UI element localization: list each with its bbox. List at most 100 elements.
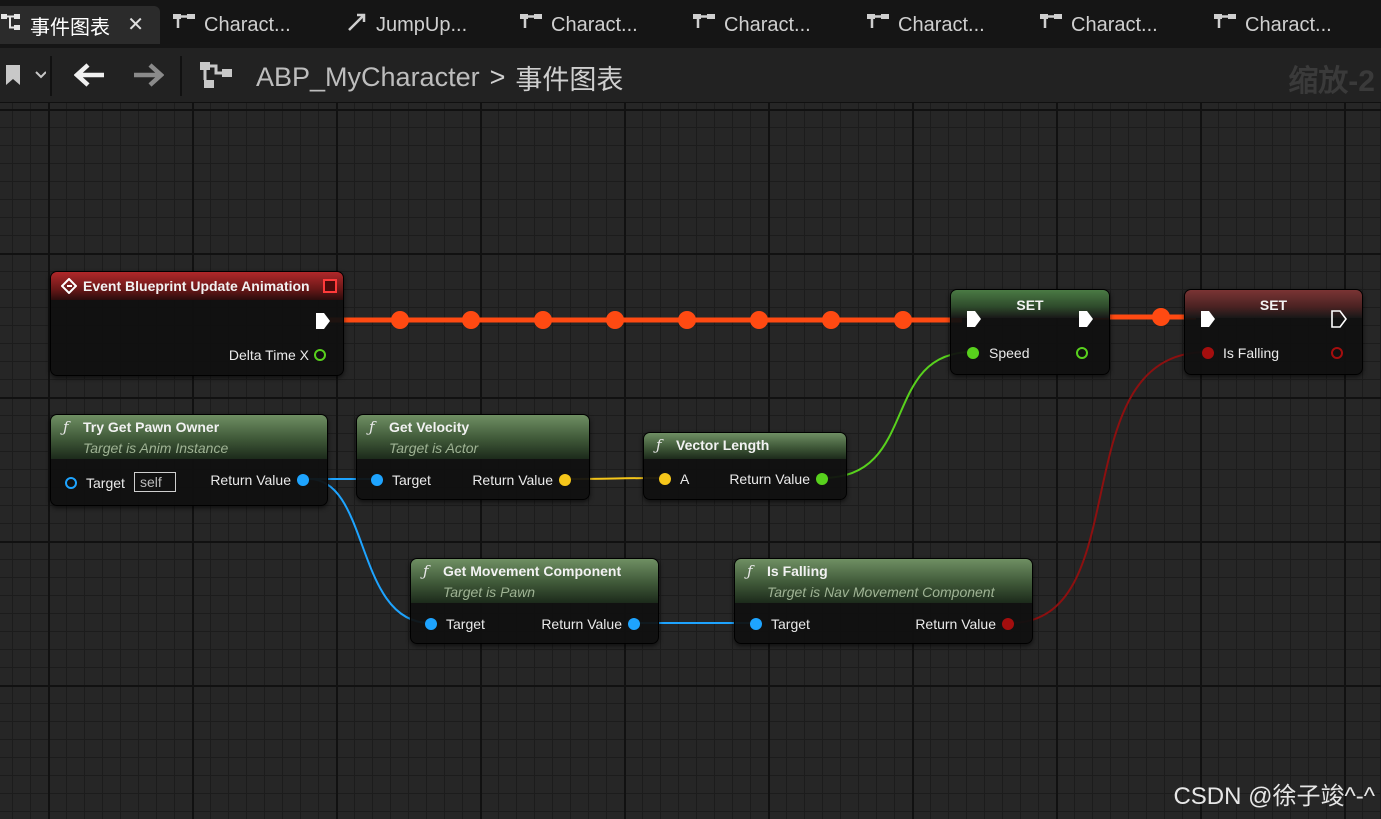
tab-jumpup[interactable]: JumpUp... [346, 6, 467, 44]
node-title: Get Movement Component [443, 563, 622, 579]
float-out-pin[interactable] [816, 473, 828, 485]
function-icon: ƒ [63, 418, 69, 436]
node-header: ƒ Vector Length [644, 433, 846, 459]
exec-in-pin[interactable] [966, 310, 982, 328]
float-in-pin[interactable] [967, 347, 979, 359]
node-subtitle: Target is Anim Instance [83, 440, 229, 456]
object-in-pin[interactable] [65, 477, 77, 489]
node-header: ƒ Try Get Pawn Owner Target is Anim Inst… [51, 415, 327, 459]
bool-out-pin[interactable] [1331, 347, 1343, 359]
node-subtitle: Target is Actor [389, 440, 479, 456]
graph-icon [519, 13, 543, 37]
graph-icon [200, 62, 232, 88]
pin-label: Target [771, 616, 810, 632]
graph-icon [0, 13, 22, 37]
set-is-falling-node[interactable]: SET Is Falling [1184, 289, 1363, 375]
event-blueprint-update-animation-node[interactable]: Event Blueprint Update Animation Delta T… [50, 271, 344, 376]
tab-label: Charact... [204, 13, 291, 36]
try-get-pawn-owner-node[interactable]: ƒ Try Get Pawn Owner Target is Anim Inst… [50, 414, 328, 506]
tab-bar: 事件图表 ✕ Charact... JumpUp... Charact... C… [0, 0, 1381, 48]
tab-label: Charact... [724, 13, 811, 36]
toolbar-divider [180, 56, 182, 96]
float-out-pin[interactable] [314, 349, 326, 361]
breadcrumb-root[interactable]: ABP_MyCharacter [256, 62, 480, 93]
exec-out-pin[interactable] [315, 312, 331, 330]
pin-label: Return Value [472, 472, 553, 488]
tab-event-graph[interactable]: 事件图表 ✕ [0, 6, 160, 44]
forward-arrow-icon [134, 63, 164, 87]
pin-label: Target [446, 616, 485, 632]
node-subtitle: Target is Nav Movement Component [767, 584, 995, 600]
function-icon: ƒ [656, 436, 662, 454]
pin-label: Speed [989, 345, 1030, 361]
graph-icon [172, 13, 196, 37]
set-speed-node[interactable]: SET Speed [950, 289, 1110, 375]
pin-label: Return Value [541, 616, 622, 632]
delegate-pin-icon[interactable] [323, 279, 337, 293]
object-in-pin[interactable] [425, 618, 437, 630]
pin-label: Target [392, 472, 431, 488]
get-velocity-node[interactable]: ƒ Get Velocity Target is Actor Target Re… [356, 414, 590, 500]
pin-label: Target [86, 475, 125, 491]
zoom-label: 缩放-2 [1288, 65, 1375, 98]
watermark: CSDN @徐子竣^-^ [1173, 783, 1375, 810]
node-header: ƒ Get Movement Component Target is Pawn [411, 559, 658, 603]
back-arrow-icon [74, 63, 104, 87]
self-default-value[interactable]: self [134, 472, 176, 492]
close-icon[interactable]: ✕ [127, 12, 144, 37]
bookmark-dropdown-button[interactable] [2, 58, 48, 92]
pin-label: Is Falling [1223, 345, 1280, 361]
graph-icon [692, 13, 716, 37]
tab-charact-4[interactable]: Charact... [866, 6, 985, 44]
tab-charact-3[interactable]: Charact... [692, 6, 811, 44]
breadcrumb-current: 事件图表 [515, 65, 624, 95]
tab-charact-6[interactable]: Charact... [1213, 6, 1332, 44]
node-title: Vector Length [676, 437, 770, 453]
vector-length-node[interactable]: ƒ Vector Length A Return Value [643, 432, 847, 500]
diagonal-arrow-icon [346, 12, 368, 38]
node-title: Get Velocity [389, 419, 470, 435]
toolbar: ABP_MyCharacter > 事件图表 缩放-2 [0, 48, 1381, 103]
tab-label: 事件图表 [30, 16, 110, 39]
event-diamond-icon [61, 278, 77, 294]
exec-out-pin[interactable] [1331, 310, 1347, 328]
tab-label: Charact... [551, 13, 638, 36]
bool-in-pin[interactable] [1202, 347, 1214, 359]
bool-out-pin[interactable] [1002, 618, 1014, 630]
get-movement-component-node[interactable]: ƒ Get Movement Component Target is Pawn … [410, 558, 659, 644]
tab-charact-2[interactable]: Charact... [519, 6, 638, 44]
function-icon: ƒ [747, 562, 753, 580]
tab-label: Charact... [1071, 13, 1158, 36]
exec-out-pin[interactable] [1078, 310, 1094, 328]
exec-in-pin[interactable] [1200, 310, 1216, 328]
graph-type-button[interactable] [196, 58, 236, 92]
pin-label: Return Value [729, 471, 810, 487]
tab-charact-5[interactable]: Charact... [1039, 6, 1158, 44]
node-header: ƒ Is Falling Target is Nav Movement Comp… [735, 559, 1032, 603]
breadcrumb: ABP_MyCharacter > 事件图表 [256, 58, 623, 97]
pin-label: A [680, 471, 690, 487]
object-in-pin[interactable] [750, 618, 762, 630]
pin-label: Return Value [915, 616, 996, 632]
bookmark-icon [6, 65, 46, 85]
is-falling-node[interactable]: ƒ Is Falling Target is Nav Movement Comp… [734, 558, 1033, 644]
node-header: Event Blueprint Update Animation [51, 272, 343, 300]
vector-out-pin[interactable] [559, 474, 571, 486]
function-icon: ƒ [369, 418, 375, 436]
tab-label: JumpUp... [376, 13, 468, 36]
graph-icon [1039, 13, 1063, 37]
node-header: ƒ Get Velocity Target is Actor [357, 415, 589, 459]
object-in-pin[interactable] [371, 474, 383, 486]
object-out-pin[interactable] [628, 618, 640, 630]
node-title: Is Falling [767, 563, 828, 579]
forward-button[interactable] [128, 58, 168, 92]
tab-charact-1[interactable]: Charact... [172, 6, 291, 44]
float-out-pin[interactable] [1076, 347, 1088, 359]
node-subtitle: Target is Pawn [443, 584, 536, 600]
object-out-pin[interactable] [297, 474, 309, 486]
back-button[interactable] [70, 58, 110, 92]
pin-label: Return Value [210, 472, 291, 488]
node-title: Try Get Pawn Owner [83, 419, 220, 435]
vector-in-pin[interactable] [659, 473, 671, 485]
tab-label: Charact... [898, 13, 985, 36]
